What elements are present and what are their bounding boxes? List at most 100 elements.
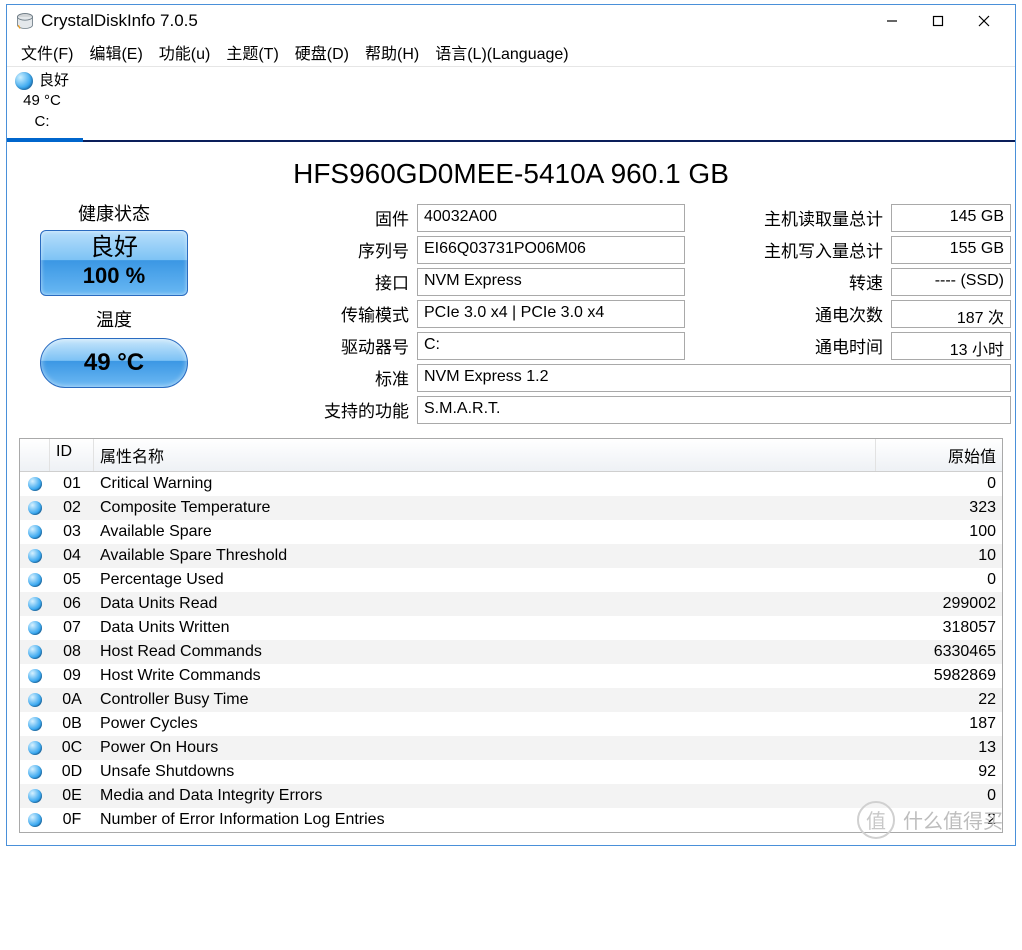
smart-table-body[interactable]: 01Critical Warning002Composite Temperatu… xyxy=(20,472,1002,832)
value-power-count: 187 次 xyxy=(891,300,1011,328)
health-status-badge: 良好 100 % xyxy=(40,230,188,296)
smart-row[interactable]: 0CPower On Hours13 xyxy=(20,736,1002,760)
menu-function[interactable]: 功能(u) xyxy=(151,38,219,66)
label-interface: 接口 xyxy=(213,269,413,294)
menu-disk[interactable]: 硬盘(D) xyxy=(287,38,357,66)
health-status-percent: 100 % xyxy=(41,263,187,289)
value-serial: EI66Q03731PO06M06 xyxy=(417,236,685,264)
smart-row[interactable]: 02Composite Temperature323 xyxy=(20,496,1002,520)
smart-raw-value: 187 xyxy=(876,712,1002,736)
maximize-button[interactable] xyxy=(915,6,961,36)
value-rotation: ---- (SSD) xyxy=(891,268,1011,296)
smart-attr-name: Data Units Written xyxy=(94,616,876,640)
smart-raw-value: 13 xyxy=(876,736,1002,760)
smart-row[interactable]: 0FNumber of Error Information Log Entrie… xyxy=(20,808,1002,832)
label-serial: 序列号 xyxy=(213,237,413,262)
smart-raw-value: 6330465 xyxy=(876,640,1002,664)
label-power-count: 通电次数 xyxy=(689,301,887,326)
status-dot-icon xyxy=(20,592,50,616)
smart-attr-name: Data Units Read xyxy=(94,592,876,616)
smart-attr-name: Available Spare Threshold xyxy=(94,544,876,568)
smart-row[interactable]: 04Available Spare Threshold10 xyxy=(20,544,1002,568)
smart-raw-value: 0 xyxy=(876,568,1002,592)
smart-row[interactable]: 08Host Read Commands6330465 xyxy=(20,640,1002,664)
smart-attr-name: Unsafe Shutdowns xyxy=(94,760,876,784)
smart-raw-value: 10 xyxy=(876,544,1002,568)
label-firmware: 固件 xyxy=(213,205,413,230)
smart-raw-value: 0 xyxy=(876,784,1002,808)
status-dot-icon xyxy=(20,544,50,568)
smart-row[interactable]: 01Critical Warning0 xyxy=(20,472,1002,496)
value-power-hours: 13 小时 xyxy=(891,332,1011,360)
smart-id: 0A xyxy=(50,688,94,712)
label-transfer: 传输模式 xyxy=(213,301,413,326)
smart-table-header: ID 属性名称 原始值 xyxy=(20,439,1002,472)
smart-row[interactable]: 06Data Units Read299002 xyxy=(20,592,1002,616)
smart-id: 04 xyxy=(50,544,94,568)
smart-id: 09 xyxy=(50,664,94,688)
info-panel: 固件 40032A00 主机读取量总计 145 GB 序列号 EI66Q0373… xyxy=(213,204,1011,428)
smart-row[interactable]: 0EMedia and Data Integrity Errors0 xyxy=(20,784,1002,808)
smart-attr-name: Host Write Commands xyxy=(94,664,876,688)
health-status-text: 良好 xyxy=(41,235,187,261)
status-dot-icon xyxy=(20,808,50,832)
close-button[interactable] xyxy=(961,6,1007,36)
value-firmware: 40032A00 xyxy=(417,204,685,232)
menu-file[interactable]: 文件(F) xyxy=(13,38,81,66)
minimize-button[interactable] xyxy=(869,6,915,36)
temperature-label: 温度 xyxy=(19,306,209,332)
smart-raw-value: 299002 xyxy=(876,592,1002,616)
value-interface: NVM Express xyxy=(417,268,685,296)
app-window: CrystalDiskInfo 7.0.5 文件(F) 编辑(E) 功能(u) … xyxy=(6,4,1016,846)
smart-id: 08 xyxy=(50,640,94,664)
disk-model-title: HFS960GD0MEE-5410A 960.1 GB xyxy=(7,142,1015,200)
smart-attr-name: Percentage Used xyxy=(94,568,876,592)
smart-id: 05 xyxy=(50,568,94,592)
smart-row[interactable]: 03Available Spare100 xyxy=(20,520,1002,544)
disk-tab[interactable]: 良好 49 °C C: xyxy=(7,71,83,142)
value-standard: NVM Express 1.2 xyxy=(417,364,1011,392)
menu-theme[interactable]: 主题(T) xyxy=(218,38,286,66)
smart-id: 0B xyxy=(50,712,94,736)
smart-row[interactable]: 0AController Busy Time22 xyxy=(20,688,1002,712)
smart-id: 0F xyxy=(50,808,94,832)
status-dot-icon xyxy=(20,688,50,712)
col-attr-name[interactable]: 属性名称 xyxy=(94,439,876,471)
smart-row[interactable]: 07Data Units Written318057 xyxy=(20,616,1002,640)
disk-tab-area: 良好 49 °C C: xyxy=(7,67,1015,142)
label-power-hours: 通电时间 xyxy=(689,333,887,358)
smart-row[interactable]: 05Percentage Used0 xyxy=(20,568,1002,592)
smart-raw-value: 318057 xyxy=(876,616,1002,640)
tab-status: 良好 xyxy=(39,71,69,91)
smart-row[interactable]: 09Host Write Commands5982869 xyxy=(20,664,1002,688)
smart-attr-name: Controller Busy Time xyxy=(94,688,876,712)
col-id[interactable]: ID xyxy=(50,439,94,471)
label-drive-letter: 驱动器号 xyxy=(213,333,413,358)
temperature-value: 49 °C xyxy=(41,349,187,377)
smart-id: 0D xyxy=(50,760,94,784)
status-dot-icon xyxy=(20,520,50,544)
status-dot-icon xyxy=(20,472,50,496)
value-host-writes: 155 GB xyxy=(891,236,1011,264)
smart-raw-value: 100 xyxy=(876,520,1002,544)
smart-raw-value: 2 xyxy=(876,808,1002,832)
smart-attr-name: Host Read Commands xyxy=(94,640,876,664)
smart-raw-value: 323 xyxy=(876,496,1002,520)
smart-attr-name: Power Cycles xyxy=(94,712,876,736)
menu-edit[interactable]: 编辑(E) xyxy=(81,38,150,66)
app-icon xyxy=(15,11,35,31)
menu-help[interactable]: 帮助(H) xyxy=(357,38,427,66)
label-rotation: 转速 xyxy=(689,269,887,294)
status-dot-icon xyxy=(20,496,50,520)
value-features: S.M.A.R.T. xyxy=(417,396,1011,424)
label-host-reads: 主机读取量总计 xyxy=(689,205,887,230)
col-raw-value[interactable]: 原始值 xyxy=(876,439,1002,471)
status-dot-icon xyxy=(20,760,50,784)
temperature-badge: 49 °C xyxy=(40,338,188,388)
smart-row[interactable]: 0BPower Cycles187 xyxy=(20,712,1002,736)
menu-language[interactable]: 语言(L)(Language) xyxy=(427,38,576,66)
status-dot-icon xyxy=(20,736,50,760)
smart-id: 07 xyxy=(50,616,94,640)
smart-raw-value: 0 xyxy=(876,472,1002,496)
smart-row[interactable]: 0DUnsafe Shutdowns92 xyxy=(20,760,1002,784)
